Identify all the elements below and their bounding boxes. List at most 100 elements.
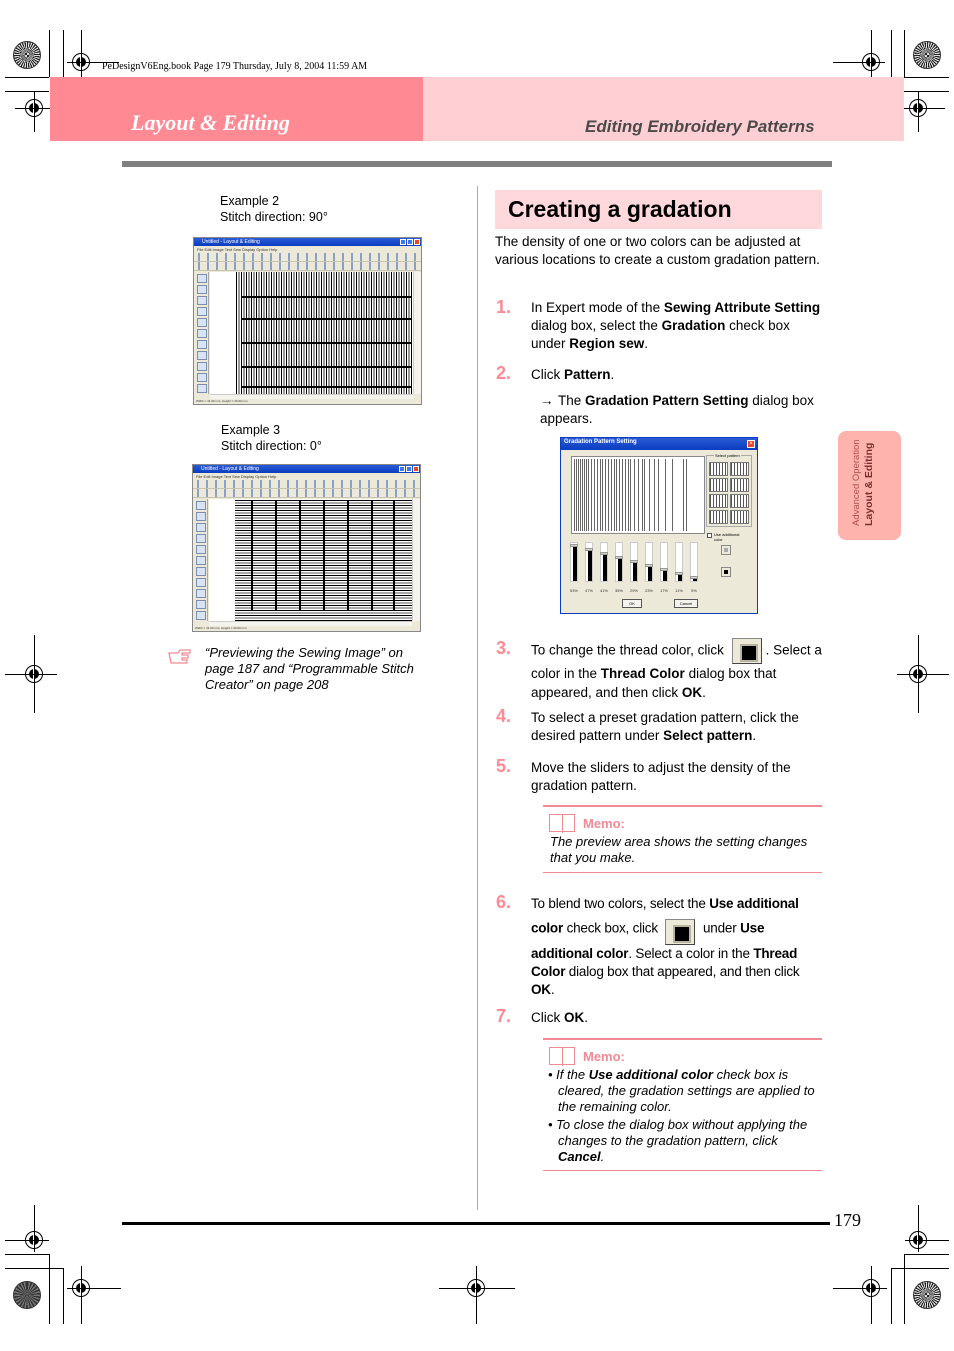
density-slider [660,542,668,582]
header-rule [122,161,832,167]
preview-stitch-line [628,459,629,531]
window-title: Untitled - Layout & Editing [202,239,260,245]
density-slider [600,542,608,582]
stitch-preview-canvas [236,272,413,394]
color-target-icon [13,41,41,69]
slider-thumb [570,544,578,547]
thread-color-button-icon [665,919,696,945]
step-number: 4. [496,706,512,726]
side-tab-title: Layout & Editing [863,442,875,526]
example-2-screenshot: Untitled - Layout & Editing File Edit Im… [193,237,422,405]
density-slider [645,542,653,582]
preview-stitch-line [649,459,650,531]
preview-stitch-line [665,459,666,531]
use-additional-color-label: Use additional color [714,532,740,542]
step-3-text: To change the thread color, click . Sele… [531,638,823,702]
slider-thumb [690,576,698,579]
preview-stitch-line [634,459,635,531]
pattern-option [730,478,749,492]
select-pattern-label: Select pattern [714,453,741,458]
step-number: 5. [496,756,512,776]
menu-bar: File Edit Image Text Sew Display Option … [197,247,278,252]
step-2-text: Click Pattern. [531,367,615,382]
slider-fill [618,558,622,581]
density-slider [570,542,578,582]
arrow-right-icon: → [540,393,554,408]
preview-stitch-line [642,459,643,531]
toolbar [194,262,421,271]
dialog-cancel-button: Cancel [674,599,698,608]
preview-stitch-line [597,459,598,531]
example-2-caption: Example 2 Stitch direction: 90° [220,193,328,225]
slider-thumb [645,564,653,567]
slider-fill [648,566,652,581]
pattern-option [709,510,728,524]
book-icon [549,814,575,833]
gradation-preview [571,456,705,534]
slider-thumb [585,548,593,551]
slider-thumb [630,560,638,563]
preview-stitch-line [672,459,673,531]
preview-stitch-line [588,459,589,531]
slider-percent-label: 23% [644,588,653,593]
preview-stitch-line [576,459,577,531]
preview-stitch-line [605,459,606,531]
preview-stitch-line [586,459,587,531]
slider-percent-label: 47% [584,588,593,593]
use-additional-color-checkbox [707,533,712,538]
density-slider [585,542,593,582]
close-icon: × [747,440,755,448]
pattern-option [730,510,749,524]
preview-stitch-line [625,459,626,531]
footer-rule [122,1222,830,1225]
example-3-title: Example 3 [221,423,281,437]
step-number: 3. [496,638,512,658]
vertical-scrollbar [412,499,420,621]
preview-stitch-line [591,459,592,531]
step-number: 6. [496,892,512,912]
preview-stitch-line [600,459,601,531]
pattern-option [709,478,728,492]
dialog-title: Gradation Pattern Setting [564,439,637,445]
slider-percent-label: 53% [569,588,578,593]
slider-fill [588,550,592,581]
step-6-text: To blend two colors, select the Use addi… [531,896,800,997]
gradation-pattern-setting-dialog: Gradation Pattern Setting × Select patte… [560,437,758,614]
menu-bar: File Edit Image Text Sew Display Option … [196,474,277,479]
tool-palette [194,499,208,621]
thread-color-button-icon [731,638,762,664]
status-bar: Width = 41.00 mm, Height = 40.00 mm [194,399,421,404]
step-number: 1. [496,297,512,317]
density-slider [690,542,698,582]
pointing-hand-icon [168,649,191,664]
density-slider [615,542,623,582]
section-title: Editing Embroidery Patterns [585,117,815,136]
example-3-caption: Example 3 Stitch direction: 0° [221,422,322,454]
memo-bullet: • If the Use additional color check box … [548,1067,815,1114]
vertical-scrollbar [413,272,421,394]
step-number: 7. [496,1006,512,1026]
memo-box: Memo: The preview area shows the setting… [543,805,822,873]
density-slider [675,542,683,582]
toolbar [193,489,420,498]
step-4-text: To select a preset gradation pattern, cl… [531,710,799,743]
chapter-side-tab: Advanced Operation Layout & Editing [838,431,901,540]
slider-fill [603,554,607,581]
slider-percent-label: 41% [599,588,608,593]
preview-stitch-line [616,459,617,531]
dialog-ok-button: OK [622,599,642,608]
example-2-direction: Stitch direction: 90° [220,210,328,224]
preview-stitch-line [602,459,603,531]
color-target-icon [13,1281,41,1309]
preview-stitch-line [686,459,687,531]
tool-palette [195,272,209,394]
slider-thumb [675,572,683,575]
thread-color-button [721,567,731,577]
step-7-text: Click OK. [531,1010,589,1025]
slider-percent-label: 29% [629,588,638,593]
preview-stitch-line [594,459,595,531]
preview-stitch-line [580,459,581,531]
preview-stitch-line [630,459,631,531]
step-5-text: Move the sliders to adjust the density o… [531,760,791,793]
pattern-option [709,494,728,508]
